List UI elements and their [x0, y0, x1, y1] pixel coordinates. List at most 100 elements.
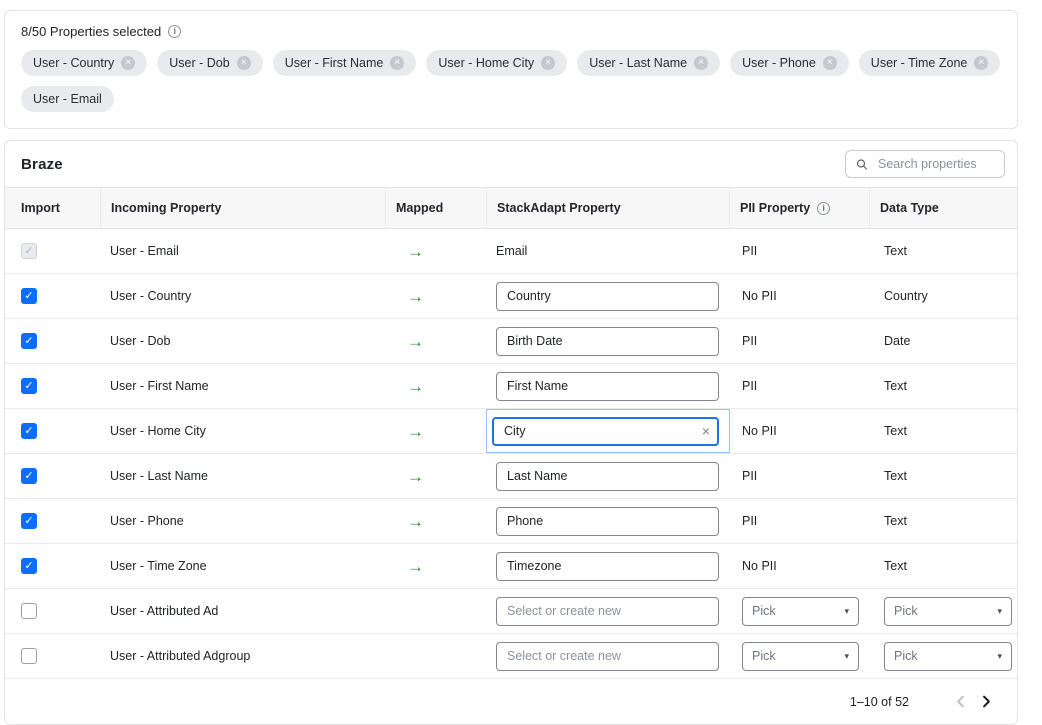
incoming-property: User - Time Zone [100, 544, 385, 588]
page: 8/50 Properties selected i User - Countr… [0, 0, 1042, 725]
pii-select[interactable]: Pick▾ [742, 642, 859, 671]
mapped-arrow-icon: → [407, 423, 424, 440]
pii-value: No PII [742, 424, 777, 438]
pii-value: PII [742, 514, 757, 528]
data-type-select[interactable]: Pick▾ [884, 597, 1012, 626]
stackadapt-property-input[interactable] [496, 372, 719, 401]
chip-remove-icon[interactable]: × [974, 56, 988, 70]
mapped-arrow-icon: → [407, 558, 424, 575]
column-header-mapped: Mapped [385, 188, 486, 228]
incoming-property: User - Attributed Adgroup [100, 634, 385, 678]
source-title: Braze [21, 156, 63, 173]
column-header-import: Import [5, 188, 100, 228]
data-type-value: Country [884, 289, 928, 303]
data-type-value: Text [884, 379, 907, 393]
data-type-value: Text [884, 469, 907, 483]
incoming-property: User - Last Name [100, 454, 385, 498]
property-chip: User - Dob× [157, 50, 262, 76]
incoming-property: User - Email [100, 229, 385, 273]
import-checkbox[interactable]: ✓ [21, 423, 37, 439]
import-checkbox[interactable]: ✓ [21, 468, 37, 484]
column-header-stackadapt-property: StackAdapt Property [486, 188, 729, 228]
pii-value: No PII [742, 559, 777, 573]
pii-value: PII [742, 379, 757, 393]
import-checkbox: ✓ [21, 243, 37, 259]
pii-value: PII [742, 244, 757, 258]
import-checkbox[interactable]: ✓ [21, 288, 37, 304]
incoming-property: User - Home City [100, 409, 385, 453]
table-row: ✓ User - Home City → × No PII Text [5, 409, 1017, 454]
table-row: ✓ User - Dob → PII Date [5, 319, 1017, 364]
incoming-property: User - Dob [100, 319, 385, 363]
table-body: ✓ User - Email → Email PII Text ✓ User - Countr… [5, 229, 1017, 679]
chip-remove-icon[interactable]: × [694, 56, 708, 70]
chevron-down-icon: ▾ [844, 606, 849, 617]
stackadapt-property-input[interactable] [496, 642, 719, 671]
column-header-pii-property: PII Property i [729, 188, 869, 228]
chip-remove-icon[interactable]: × [390, 56, 404, 70]
selected-property-chips: User - Country× User - Dob× User - First N… [21, 50, 1001, 112]
property-mapping-card: Braze Import Incoming Property Mapped St… [4, 140, 1018, 725]
data-type-value: Text [884, 514, 907, 528]
selected-properties-panel: 8/50 Properties selected i User - Countr… [4, 10, 1018, 129]
stackadapt-property-input[interactable] [496, 552, 719, 581]
clear-icon[interactable]: × [702, 424, 710, 438]
mapped-arrow-icon: → [407, 333, 424, 350]
import-checkbox[interactable]: ✓ [21, 558, 37, 574]
chip-remove-icon[interactable]: × [121, 56, 135, 70]
import-checkbox[interactable]: ✓ [21, 333, 37, 349]
stackadapt-property-input[interactable] [496, 597, 719, 626]
data-type-value: Text [884, 559, 907, 573]
mapped-arrow-icon: → [407, 468, 424, 485]
mapped-arrow-icon: → [407, 288, 424, 305]
data-type-value: Date [884, 334, 910, 348]
stackadapt-property-input-focused[interactable] [492, 417, 719, 446]
table-row: ✓ User - Phone → PII Text [5, 499, 1017, 544]
property-chip: User - Time Zone× [859, 50, 1001, 76]
pagination: 1–10 of 52 [5, 679, 1017, 724]
chip-remove-icon[interactable]: × [541, 56, 555, 70]
pii-value: PII [742, 469, 757, 483]
search-icon [856, 158, 868, 171]
stackadapt-property-input[interactable] [496, 462, 719, 491]
chip-remove-icon[interactable]: × [237, 56, 251, 70]
import-checkbox[interactable]: ✓ [21, 513, 37, 529]
stackadapt-property-input[interactable] [496, 282, 719, 311]
property-chip: User - Phone× [730, 50, 849, 76]
prev-page-icon [947, 691, 973, 713]
table-row: User - Attributed Adgroup Pick▾ Pick▾ [5, 634, 1017, 679]
import-checkbox[interactable] [21, 603, 37, 619]
data-type-value: Text [884, 424, 907, 438]
import-checkbox[interactable] [21, 648, 37, 664]
data-type-value: Text [884, 244, 907, 258]
chip-remove-icon[interactable]: × [823, 56, 837, 70]
data-type-select[interactable]: Pick▾ [884, 642, 1012, 671]
property-chip: User - First Name× [273, 50, 417, 76]
property-chip: User - Last Name× [577, 50, 720, 76]
table-row: ✓ User - Last Name → PII Text [5, 454, 1017, 499]
stackadapt-property-value: Email [496, 244, 527, 258]
pii-value: PII [742, 334, 757, 348]
search-box[interactable] [845, 150, 1005, 178]
incoming-property: User - Country [100, 274, 385, 318]
stackadapt-property-input[interactable] [496, 327, 719, 356]
focused-cell: × [486, 409, 730, 453]
property-chip: User - Country× [21, 50, 147, 76]
table-row: ✓ User - Time Zone → No PII Text [5, 544, 1017, 589]
stackadapt-property-input[interactable] [496, 507, 719, 536]
incoming-property: User - Phone [100, 499, 385, 543]
table-header: Import Incoming Property Mapped StackAda… [5, 187, 1017, 229]
info-icon[interactable]: i [817, 202, 830, 215]
import-checkbox[interactable]: ✓ [21, 378, 37, 394]
search-input[interactable] [876, 156, 994, 172]
table-row: ✓User - Country→No PIICountry [5, 274, 1017, 319]
chevron-down-icon: ▾ [844, 651, 849, 662]
mapped-arrow-icon: → [407, 513, 424, 530]
pii-select[interactable]: Pick▾ [742, 597, 859, 626]
property-chip: User - Home City× [426, 50, 567, 76]
incoming-property: User - First Name [100, 364, 385, 408]
pagination-range: 1–10 of 52 [850, 695, 909, 709]
next-page-icon[interactable] [973, 691, 999, 713]
info-icon[interactable]: i [168, 25, 181, 38]
property-chip: User - Email [21, 86, 114, 112]
